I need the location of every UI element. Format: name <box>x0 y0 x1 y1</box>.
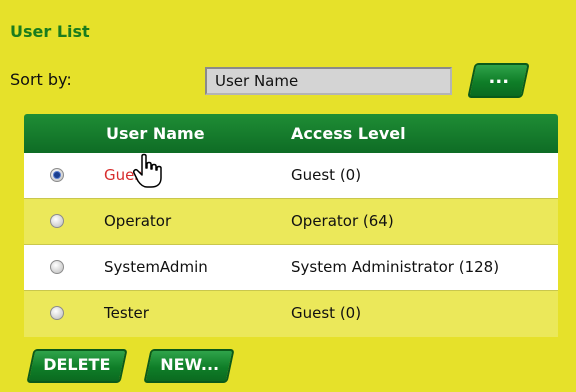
row-select-radio[interactable] <box>50 168 64 182</box>
hand-pointer-icon <box>133 153 162 188</box>
delete-button[interactable]: DELETE <box>26 349 128 383</box>
user-name-cell[interactable]: Tester <box>104 304 149 322</box>
table-row[interactable]: Guest Guest (0) <box>24 153 558 199</box>
user-name-cell[interactable]: Operator <box>104 212 171 230</box>
column-header-user-name[interactable]: User Name <box>106 124 205 143</box>
table-row[interactable]: SystemAdmin System Administrator (128) <box>24 245 558 291</box>
table-row[interactable]: Tester Guest (0) <box>24 291 558 337</box>
user-list-panel: User List Sort by: User Name ... User Na… <box>0 0 576 392</box>
access-level-cell: Guest (0) <box>291 166 362 184</box>
access-level-cell: Operator (64) <box>291 212 394 230</box>
sort-options-button[interactable]: ... <box>467 63 530 98</box>
table-row[interactable]: Operator Operator (64) <box>24 199 558 245</box>
row-select-radio[interactable] <box>50 306 64 320</box>
row-select-radio[interactable] <box>50 260 64 274</box>
access-level-cell: System Administrator (128) <box>291 258 500 276</box>
users-table: User Name Access Level Guest Guest (0) O… <box>24 114 558 338</box>
new-user-button[interactable]: NEW... <box>143 349 235 383</box>
sort-by-label: Sort by: <box>10 70 72 89</box>
sort-options-button-label: ... <box>488 67 510 88</box>
row-select-radio[interactable] <box>50 214 64 228</box>
sort-by-field[interactable]: User Name <box>205 67 452 95</box>
delete-button-label: DELETE <box>43 355 111 374</box>
access-level-cell: Guest (0) <box>291 304 362 322</box>
user-name-cell[interactable]: SystemAdmin <box>104 258 208 276</box>
new-user-button-label: NEW... <box>159 355 219 374</box>
table-header: User Name Access Level <box>24 114 558 153</box>
panel-title: User List <box>10 22 90 41</box>
column-header-access-level[interactable]: Access Level <box>291 124 406 143</box>
